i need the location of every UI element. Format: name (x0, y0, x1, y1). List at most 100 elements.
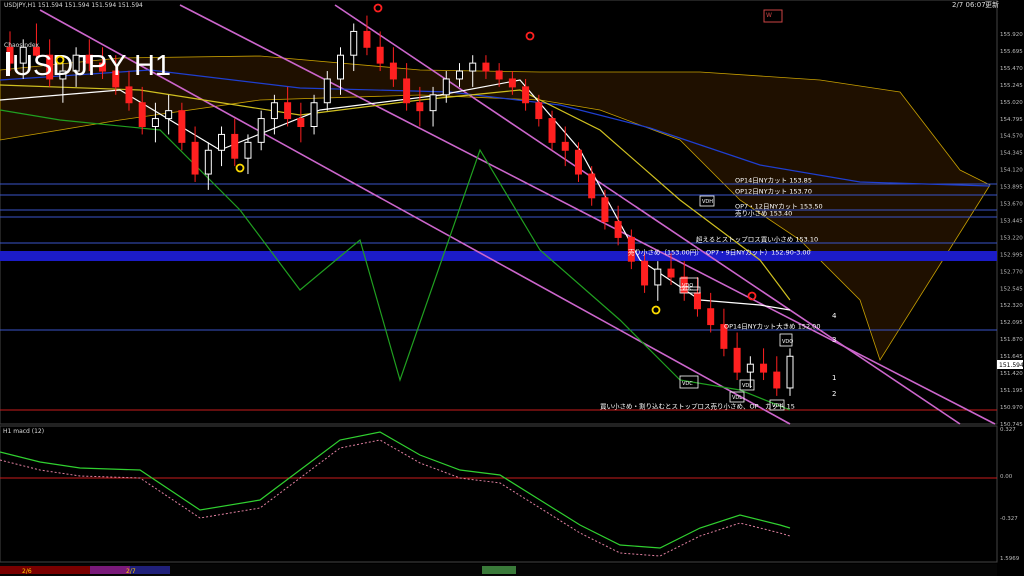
candle-body (270, 102, 278, 120)
candle-body (641, 260, 649, 286)
datetime-suffix: 更新 (985, 0, 999, 9)
candle-body (707, 308, 715, 326)
level-label: 買い小さめ・割り込むとストップロス売り小さめ、OP カット 15 (600, 402, 795, 411)
session-label-2-6: 2/6 (22, 568, 32, 575)
candle-body (746, 363, 754, 373)
candle-body (588, 173, 596, 199)
candle-body (244, 141, 252, 159)
price-tick-label: 152.995 (1000, 252, 1023, 258)
price-tick-label: 151.870 (1000, 337, 1023, 343)
candle-body (442, 78, 450, 96)
candle-body (363, 30, 371, 48)
symbol-info: USDJPY,H1 151.594 151.594 151.594 151.59… (4, 2, 143, 9)
candle-body (601, 197, 609, 223)
level-band (0, 251, 997, 261)
candle-body (165, 110, 173, 120)
price-tick-label: 153.895 (1000, 185, 1023, 191)
candle-body (350, 30, 358, 56)
session-bar-ny (130, 566, 170, 574)
wave-label: 3 (832, 336, 836, 344)
candle-body (178, 110, 186, 143)
wave-label: 1 (832, 374, 836, 382)
candle-body (310, 102, 318, 128)
candle-body (455, 70, 463, 80)
level-label: 超えるとストップロス買い小さめ 153.10 (696, 235, 818, 244)
candle-body (667, 268, 675, 278)
macd-tick-label: -0.327 (1000, 516, 1018, 522)
price-tick-label: 155.470 (1000, 66, 1023, 72)
candle-body (218, 133, 226, 151)
level-label: OP12日NYカット 153.70 (735, 188, 812, 196)
price-tick-label: 154.345 (1000, 151, 1023, 157)
candle-body (469, 62, 477, 72)
candle-body (654, 268, 662, 286)
candle-body (191, 141, 199, 175)
level-label: OP14日NYカット大きめ 152.00 (724, 322, 820, 331)
price-tick-label: 154.795 (1000, 117, 1023, 123)
candle-body (389, 62, 397, 80)
corner-box-label: W (766, 12, 772, 19)
chart-title: USDJPY H1 (12, 50, 171, 82)
title-bar-marker (6, 52, 10, 76)
price-tick-label: 155.695 (1000, 49, 1023, 55)
candle-body (693, 292, 701, 310)
candle-body (416, 102, 424, 112)
price-tick-label: 151.645 (1000, 354, 1023, 360)
candle-body (403, 78, 411, 104)
price-tick-label: 153.670 (1000, 202, 1023, 208)
candle-body (323, 78, 331, 104)
level-label: OP14日NYカット 153.85 (735, 177, 812, 185)
candle-body (786, 355, 794, 389)
candle-body (508, 78, 516, 88)
price-tick-label: 150.970 (1000, 405, 1023, 411)
level-label: 売り小さめ 153.40 (735, 209, 792, 218)
session-bar-tokyo (0, 566, 90, 574)
box-label: VDC (682, 381, 693, 387)
macd-tick-label: 0.00 (1000, 474, 1013, 480)
price-tick-label: 154.120 (1000, 168, 1023, 174)
candle-body (495, 70, 503, 80)
box-label: VDO (782, 339, 793, 345)
candle-body (561, 141, 569, 151)
price-tick-label: 153.220 (1000, 235, 1023, 241)
candle-body (231, 133, 239, 159)
price-tick-label: 153.445 (1000, 218, 1023, 224)
session-bar-london (90, 566, 130, 574)
candle-body (548, 118, 556, 143)
price-tick-label: 151.420 (1000, 371, 1023, 377)
candle-body (760, 363, 768, 373)
candle-body (522, 86, 530, 104)
price-tick-label: 152.320 (1000, 303, 1023, 309)
candle-body (125, 86, 133, 104)
box-label: VDH (702, 199, 713, 205)
candle-body (376, 46, 384, 64)
box-label: VDC (682, 286, 693, 292)
price-tick-label: 152.095 (1000, 320, 1023, 326)
candle-body (614, 221, 622, 238)
datetime-label: 2/7 06:07 (952, 1, 986, 9)
price-tick-label: 151.195 (1000, 388, 1023, 394)
level-label: 売り小さめ（153.00円） OP7・9日NYカット）152.90-3.00 (628, 248, 811, 257)
macd-tick-label: 1.5969 (1000, 556, 1020, 562)
wave-label: 4 (832, 312, 837, 320)
wave-label: 2 (832, 390, 836, 398)
candle-body (204, 149, 212, 175)
box-label: VDL (742, 383, 752, 389)
candle-body (337, 54, 345, 80)
price-tick-label: 152.545 (1000, 286, 1023, 292)
candle-body (574, 149, 582, 175)
macd-label: H1 macd (12) (3, 428, 44, 435)
indicator-tag: ChaosIndex (4, 42, 39, 49)
candle-body (482, 62, 490, 72)
macd-tick-label: 0.327 (1000, 427, 1016, 433)
candle-body (257, 118, 265, 143)
session-label-2-7: 2/7 (126, 568, 136, 575)
session-bar-highlight (482, 566, 516, 574)
candle-body (151, 118, 159, 128)
candle-body (297, 118, 305, 128)
price-tick-label: 155.020 (1000, 100, 1023, 106)
current-price-label: 151.594 (999, 362, 1024, 369)
box-label: VDL (732, 395, 742, 401)
chart-root: VDOVDCVDLVDOVDCVDLVDHVDH OP14日NYカット 153.… (0, 0, 1024, 576)
price-tick-label: 155.920 (1000, 32, 1023, 38)
